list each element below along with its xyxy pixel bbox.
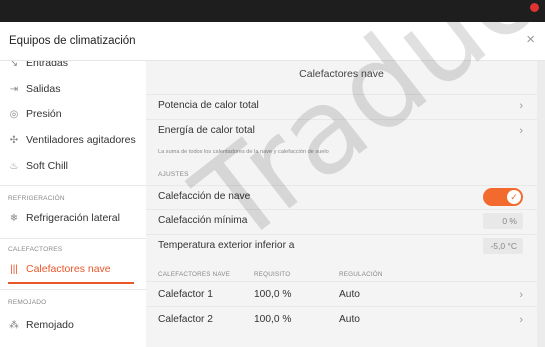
temp-exterior-input[interactable]: -5,0 °C	[483, 237, 523, 254]
temp-exterior-row: Temperatura exterior inferior a -5,0 °C	[146, 234, 537, 256]
col-header-regulacion: REGULACIÓN	[339, 271, 383, 278]
sidebar-item-label: Soft Chill	[26, 160, 69, 172]
sidebar-item-ventiladores[interactable]: ✣ Ventiladores agitadores	[0, 128, 146, 152]
sidebar-item-presion[interactable]: ◎ Presión	[0, 102, 146, 126]
potencia-label: Potencia de calor total	[158, 100, 259, 111]
scrollbar[interactable]	[537, 61, 545, 347]
sidebar-item-label: Refrigeración lateral	[26, 212, 120, 224]
calefactor-regulacion: Auto	[339, 314, 360, 325]
col-header-calefactores: CALEFACTORES NAVE	[158, 271, 231, 278]
calefactor-requisito: 100,0 %	[254, 289, 292, 300]
potencia-row[interactable]: Potencia de calor total ›	[146, 94, 537, 116]
sidebar-item-calefactores-nave[interactable]: ||| Calefactores nave	[0, 257, 146, 281]
section-refrigeracion: REFRIGERACIÓN	[8, 195, 65, 202]
calefaccion-minima-input[interactable]: 0 %	[483, 212, 523, 229]
section-remojado: REMOJADO	[8, 299, 47, 306]
calefaccion-minima-row: Calefacción mínima 0 %	[146, 209, 537, 231]
ajustes-section-label: AJUSTES	[158, 171, 189, 178]
calefactor-regulacion: Auto	[339, 289, 360, 300]
col-header-requisito: REQUISITO	[254, 271, 291, 278]
dialog-title: Equipos de climatización	[9, 35, 136, 47]
sidebar-divider	[0, 185, 146, 186]
sum-note: La suma de todos los calentadores de la …	[158, 149, 329, 155]
gauge-icon: ◎	[9, 108, 19, 120]
sidebar-item-label: Remojado	[26, 319, 74, 331]
snowflake-icon: ❄	[9, 212, 19, 224]
sidebar-item-refrigeracion-lateral[interactable]: ❄ Refrigeración lateral	[0, 206, 146, 230]
table-row[interactable]: Calefactor 2 100,0 % Auto ›	[146, 306, 537, 334]
sidebar-item-remojado[interactable]: ⁂ Remojado	[0, 313, 146, 337]
sidebar: ↘ Entradas ⇥ Salidas ◎ Presión ✣ Ventila…	[0, 61, 146, 347]
dialog-header: Equipos de climatización ×	[0, 22, 545, 61]
active-indicator	[8, 282, 134, 284]
fan-icon: ✣	[9, 134, 19, 146]
page-title: Calefactores nave	[299, 68, 384, 80]
temp-exterior-label: Temperatura exterior inferior a	[158, 240, 295, 251]
sidebar-divider	[0, 289, 146, 290]
sidebar-item-salidas[interactable]: ⇥ Salidas	[0, 77, 146, 101]
table-row[interactable]: Calefactor 1 100,0 % Auto ›	[146, 281, 537, 309]
sidebar-item-label: Salidas	[26, 83, 61, 95]
calefactor-requisito: 100,0 %	[254, 314, 292, 325]
output-icon: ⇥	[9, 83, 19, 95]
window-titlebar	[0, 0, 545, 22]
chevron-right-icon: ›	[519, 99, 523, 112]
calefactor-name: Calefactor 2	[158, 314, 213, 325]
calefaccion-nave-row: Calefacción de nave ✓	[146, 185, 537, 207]
sidebar-item-soft-chill[interactable]: ♨ Soft Chill	[0, 154, 146, 178]
close-icon[interactable]: ×	[526, 31, 535, 48]
mist-icon: ♨	[9, 160, 19, 172]
section-calefactores: CALEFACTORES	[8, 246, 63, 253]
sidebar-item-label: Entradas	[26, 61, 69, 69]
input-icon: ↘	[9, 61, 19, 69]
sidebar-divider	[0, 238, 146, 239]
energia-label: Energía de calor total	[158, 125, 255, 136]
chevron-right-icon: ›	[519, 124, 523, 137]
spray-icon: ⁂	[9, 319, 19, 331]
sidebar-item-label: Ventiladores agitadores	[26, 134, 136, 146]
chevron-right-icon: ›	[519, 314, 523, 326]
heater-icon: |||	[10, 263, 18, 275]
check-icon: ✓	[507, 189, 521, 204]
chevron-right-icon: ›	[519, 289, 523, 301]
sidebar-item-label: Calefactores nave	[26, 263, 111, 275]
calefaccion-nave-toggle[interactable]: ✓	[483, 187, 523, 206]
calefaccion-nave-label: Calefacción de nave	[158, 191, 251, 202]
energia-row[interactable]: Energía de calor total ›	[146, 119, 537, 141]
window-close-dot[interactable]	[530, 3, 539, 12]
sidebar-item-entradas[interactable]: ↘ Entradas	[0, 61, 146, 75]
calefactor-name: Calefactor 1	[158, 289, 213, 300]
climate-dialog: Equipos de climatización × ↘ Entradas ⇥ …	[0, 22, 545, 347]
calefaccion-minima-label: Calefacción mínima	[158, 215, 248, 226]
sidebar-item-label: Presión	[26, 108, 62, 120]
main-panel: Calefactores nave Potencia de calor tota…	[146, 61, 545, 347]
